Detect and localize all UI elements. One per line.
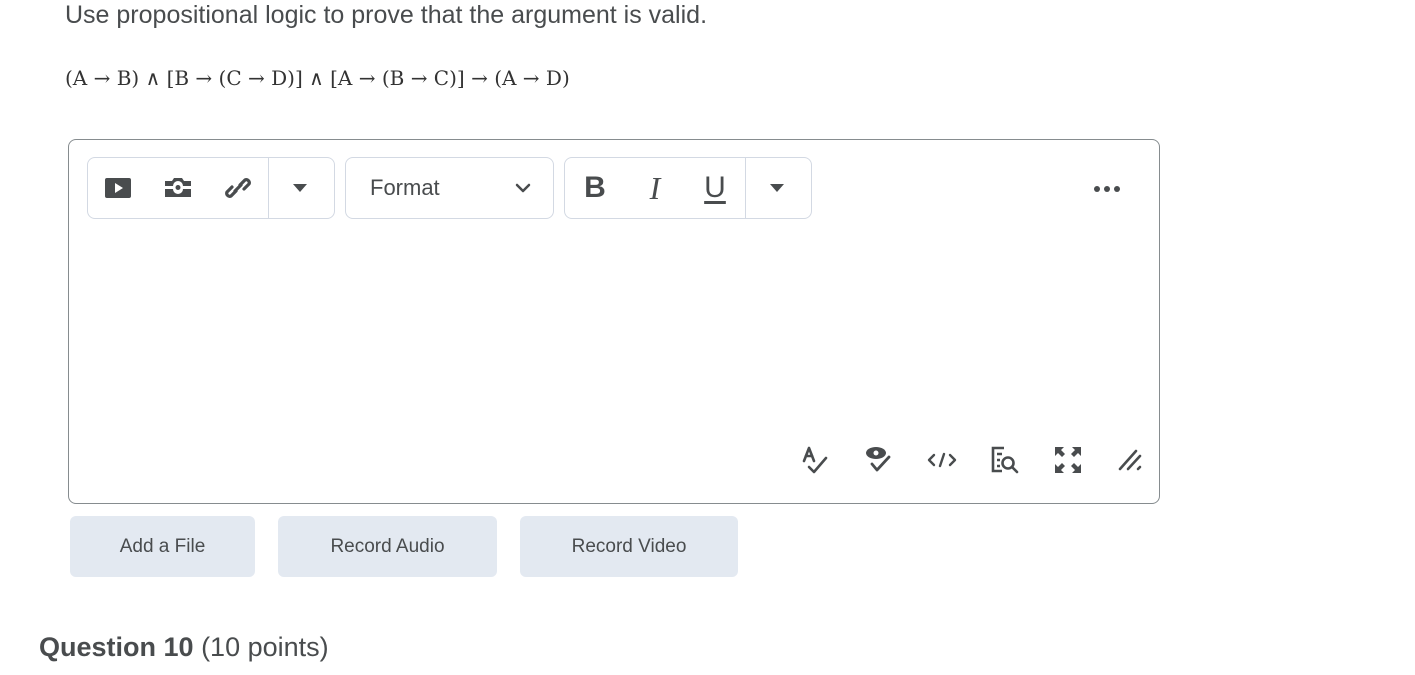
video-icon (105, 178, 131, 198)
source-code-icon (927, 452, 956, 468)
question-prompt: Use propositional logic to prove that th… (65, 1, 708, 29)
link-icon (225, 178, 251, 198)
insert-more-dropdown[interactable] (269, 158, 331, 218)
camera-icon (165, 178, 191, 197)
accessibility-check-icon (865, 447, 890, 472)
resize-handle[interactable] (1099, 440, 1162, 480)
more-options-button[interactable] (1093, 180, 1121, 198)
underline-button[interactable]: U (685, 158, 745, 218)
preview-icon (991, 446, 1018, 474)
source-code-button[interactable] (910, 440, 973, 480)
insert-link-button[interactable] (208, 158, 268, 218)
chevron-down-icon (515, 183, 531, 193)
resize-handle-icon (1118, 449, 1141, 471)
insert-image-button[interactable] (148, 158, 208, 218)
format-select[interactable]: Format (345, 157, 554, 219)
caret-down-icon (770, 184, 784, 192)
insert-video-button[interactable] (88, 158, 148, 218)
spellcheck-button[interactable] (784, 440, 847, 480)
caret-down-icon (293, 184, 307, 192)
italic-button[interactable]: I (625, 158, 685, 218)
format-select-value: Format (370, 175, 440, 200)
fullscreen-button[interactable] (1036, 440, 1099, 480)
bold-button[interactable]: B (565, 158, 625, 218)
spellcheck-icon (802, 446, 827, 474)
bold-icon: B (584, 171, 606, 204)
fullscreen-icon (1054, 447, 1081, 473)
editor-status-toolbar (784, 440, 1162, 480)
accessibility-check-button[interactable] (847, 440, 910, 480)
question-points: (10 points) (201, 632, 329, 662)
preview-button[interactable] (973, 440, 1036, 480)
italic-icon: I (649, 169, 661, 206)
rich-text-editor[interactable]: Format B I U (68, 139, 1160, 504)
question-number: Question 10 (39, 632, 194, 662)
ellipsis-icon (1094, 186, 1120, 192)
text-style-toolbar-group: B I U (564, 157, 812, 219)
insert-toolbar-group (87, 157, 335, 219)
underline-icon: U (704, 171, 726, 204)
question-formula: (A → B) ∧ [B → (C → D)] ∧ [A → (B → C)] … (65, 66, 570, 90)
text-more-dropdown[interactable] (746, 158, 808, 218)
record-video-button[interactable]: Record Video (520, 516, 738, 577)
question-heading: Question 10 (10 points) (39, 632, 329, 663)
add-file-button[interactable]: Add a File (70, 516, 255, 577)
record-audio-button[interactable]: Record Audio (278, 516, 497, 577)
